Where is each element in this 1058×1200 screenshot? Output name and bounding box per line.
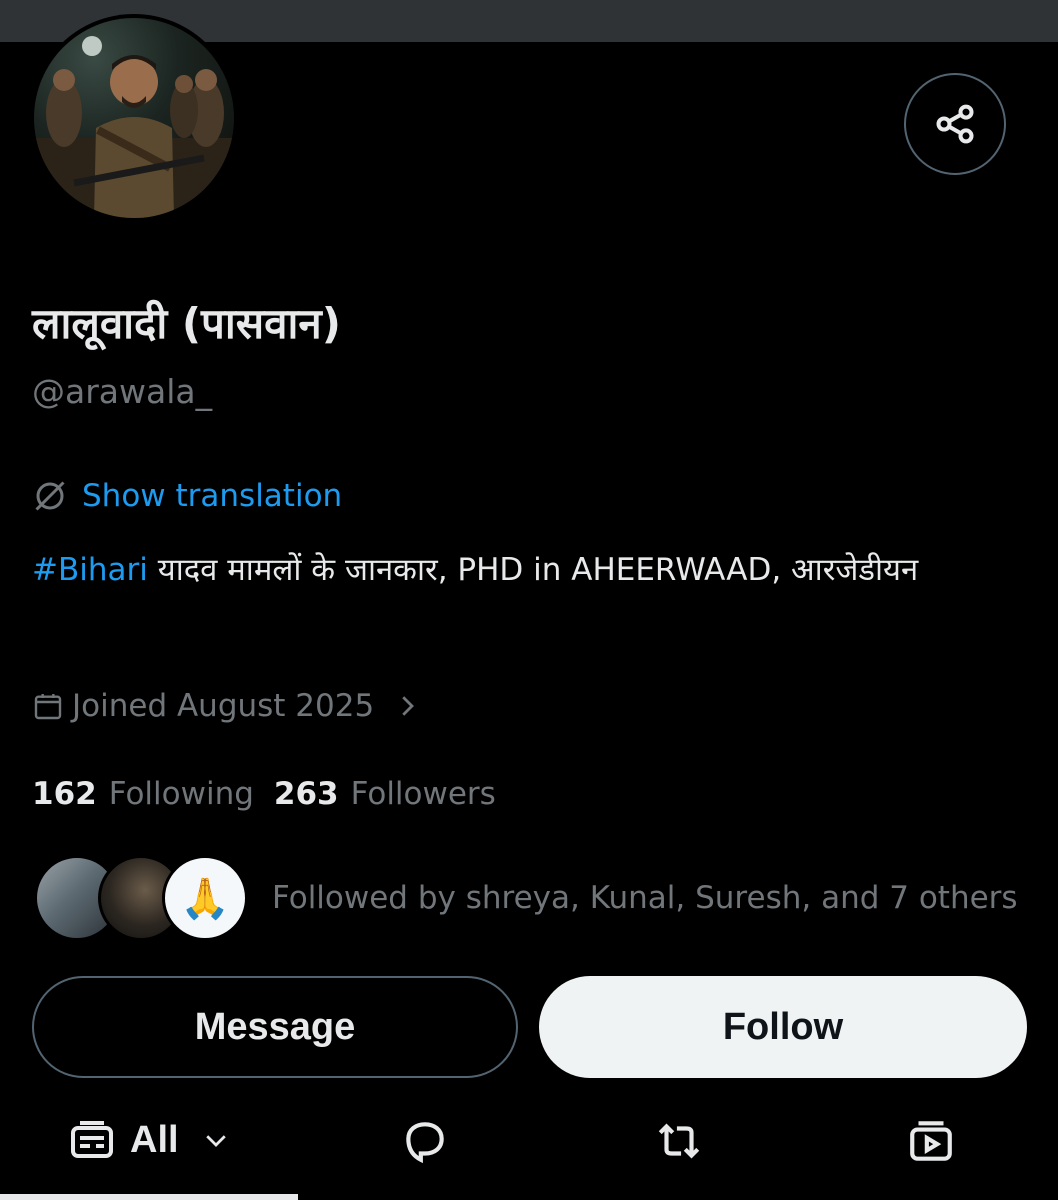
media-icon[interactable] xyxy=(906,1116,956,1166)
follow-button[interactable]: Follow xyxy=(539,976,1027,1078)
profile-avatar[interactable] xyxy=(30,14,238,222)
translate-icon xyxy=(35,481,65,511)
tab-all[interactable]: All xyxy=(68,1116,231,1164)
profile-tab-bar: All xyxy=(0,1100,1058,1180)
avatar-image xyxy=(34,18,234,218)
share-icon xyxy=(936,104,974,144)
followed-by-row[interactable]: 🙏 Followed by shreya, Kunal, Suresh, and… xyxy=(34,855,1018,941)
feed-icon xyxy=(71,1121,113,1158)
bio-hashtag-link[interactable]: #Bihari xyxy=(32,552,148,588)
bio-text: यादव मामलों के जानकार, PHD in AHEERWAAD,… xyxy=(147,552,919,588)
followed-by-text: Followed by shreya, Kunal, Suresh, and 7… xyxy=(272,880,1018,916)
profile-bio: #Bihari यादव मामलों के जानकार, PHD in AH… xyxy=(32,545,1022,595)
show-translation-link[interactable]: Show translation xyxy=(32,478,342,514)
user-handle: @arawala_ xyxy=(32,372,213,411)
joined-date: Joined August 2025 xyxy=(72,688,375,724)
tab-all-label: All xyxy=(130,1118,179,1161)
reply-icon[interactable] xyxy=(400,1116,450,1166)
follower-avatar: 🙏 xyxy=(162,855,248,941)
following-label[interactable]: Following xyxy=(109,776,254,812)
chevron-down-icon xyxy=(205,1135,226,1147)
share-button[interactable] xyxy=(904,73,1006,175)
chevron-right-icon xyxy=(402,696,415,716)
joined-date-row[interactable]: Joined August 2025 xyxy=(32,688,422,724)
message-button[interactable]: Message xyxy=(32,976,518,1078)
folded-hands-icon: 🙏 xyxy=(180,875,230,922)
display-name: लालूवादी (पासवान) xyxy=(32,299,341,348)
calendar-icon xyxy=(34,694,62,720)
follow-stats: 162 Following 263 Followers xyxy=(32,776,516,812)
following-count[interactable]: 162 xyxy=(32,776,97,812)
show-translation-label: Show translation xyxy=(82,478,343,514)
active-tab-indicator xyxy=(0,1194,298,1200)
followers-label[interactable]: Followers xyxy=(351,776,496,812)
repost-icon[interactable] xyxy=(653,1116,705,1166)
followers-count[interactable]: 263 xyxy=(274,776,339,812)
